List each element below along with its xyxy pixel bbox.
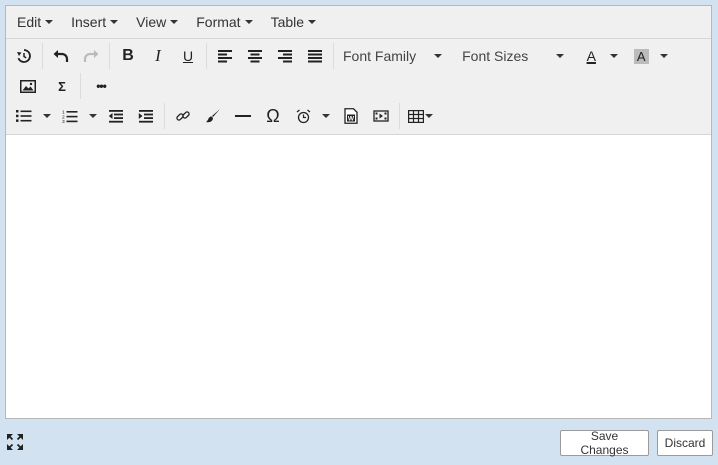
format-painter-button[interactable] (200, 103, 226, 129)
toolbar-row-1: B I U Font Family Font Sizes A A (6, 41, 711, 71)
text-color-button[interactable]: A (578, 43, 604, 69)
history-icon (17, 49, 31, 63)
toolbar-separator (80, 73, 81, 99)
chevron-down-icon (308, 20, 317, 24)
insert-link-button[interactable] (170, 103, 196, 129)
image-icon (20, 79, 36, 93)
special-character-button[interactable]: Ω (260, 103, 286, 129)
font-sizes-select[interactable]: Font Sizes (456, 43, 574, 69)
align-right-button[interactable] (272, 43, 298, 69)
fullscreen-button[interactable] (6, 433, 24, 456)
film-icon (373, 110, 389, 122)
horizontal-line-button[interactable] (230, 103, 256, 129)
restore-draft-button[interactable] (11, 43, 37, 69)
indent-icon (138, 110, 153, 123)
insert-time-button[interactable] (290, 103, 316, 129)
menu-view[interactable]: View (129, 9, 185, 35)
toolbar: B I U Font Family Font Sizes A A Σ ••• 1… (6, 39, 711, 135)
outdent-button[interactable] (103, 103, 129, 129)
save-changes-button[interactable]: Save Changes (560, 429, 649, 457)
toolbar-separator (42, 43, 43, 69)
redo-icon (83, 50, 99, 62)
menu-edit-label: Edit (17, 14, 42, 30)
text-color-dropdown-icon[interactable] (610, 54, 619, 58)
chevron-down-icon (424, 114, 433, 118)
paste-from-word-button[interactable]: W (338, 103, 364, 129)
toolbar-separator (109, 43, 110, 69)
toolbar-separator (333, 43, 334, 69)
italic-button[interactable]: I (145, 43, 171, 69)
editor-content-area[interactable] (6, 135, 711, 418)
chevron-down-icon (45, 20, 54, 24)
svg-text:3: 3 (62, 119, 65, 124)
table-icon (407, 109, 424, 123)
chevron-down-icon (170, 20, 179, 24)
align-justify-button[interactable] (302, 43, 328, 69)
svg-text:W: W (348, 116, 355, 123)
menu-insert-label: Insert (71, 14, 107, 30)
chevron-down-icon (110, 20, 119, 24)
fullscreen-icon (7, 434, 23, 450)
menu-format-label: Format (196, 14, 241, 30)
font-family-label: Font Family (343, 48, 417, 64)
rich-text-editor: Edit Insert View Format Table B I U Font… (5, 5, 712, 419)
align-center-button[interactable] (242, 43, 268, 69)
background-color-dropdown-icon[interactable] (660, 54, 669, 58)
align-justify-icon (308, 50, 322, 63)
insert-table-button[interactable] (407, 103, 433, 129)
menu-insert[interactable]: Insert (64, 9, 125, 35)
more-tools-button[interactable]: ••• (88, 73, 114, 99)
align-right-icon (278, 50, 292, 63)
insert-time-dropdown-icon[interactable] (322, 114, 330, 118)
discard-button[interactable]: Discard (657, 430, 713, 456)
word-document-icon: W (344, 108, 358, 124)
numbered-list-button[interactable]: 123 (57, 103, 83, 129)
undo-icon (53, 50, 69, 62)
menu-table[interactable]: Table (264, 9, 323, 35)
toolbar-row-3: 123 Ω W (6, 101, 711, 131)
redo-button[interactable] (78, 43, 104, 69)
link-icon (176, 111, 190, 121)
toolbar-separator (206, 43, 207, 69)
font-family-select[interactable]: Font Family (337, 43, 452, 69)
chevron-down-icon (556, 54, 565, 58)
text-color-icon: A (586, 48, 596, 64)
menu-format[interactable]: Format (189, 9, 259, 35)
bullet-list-icon (16, 110, 32, 122)
underline-button[interactable]: U (175, 43, 201, 69)
brush-icon (206, 109, 220, 123)
outdent-icon (108, 110, 123, 123)
numbered-list-dropdown-icon[interactable] (89, 114, 97, 118)
editor-footer: Save Changes Discard (0, 420, 718, 465)
bold-button[interactable]: B (115, 43, 141, 69)
toolbar-separator (399, 103, 400, 129)
align-center-icon (248, 50, 262, 63)
menu-table-label: Table (270, 14, 305, 30)
insert-image-button[interactable] (15, 73, 41, 99)
horizontal-line-icon (235, 115, 251, 117)
insert-formula-button[interactable]: Σ (49, 73, 75, 99)
chevron-down-icon (434, 54, 443, 58)
background-color-button[interactable]: A (628, 43, 654, 69)
background-color-icon: A (633, 48, 649, 64)
align-left-button[interactable] (212, 43, 238, 69)
menu-view-label: View (136, 14, 167, 30)
clock-icon (296, 108, 310, 123)
toolbar-row-2: Σ ••• (6, 71, 711, 101)
menubar: Edit Insert View Format Table (6, 6, 711, 39)
chevron-down-icon (244, 20, 253, 24)
indent-button[interactable] (133, 103, 159, 129)
numbered-list-icon: 123 (62, 109, 78, 124)
font-sizes-label: Font Sizes (462, 48, 529, 64)
insert-media-button[interactable] (368, 103, 394, 129)
bullet-list-button[interactable] (11, 103, 37, 129)
bullet-list-dropdown-icon[interactable] (43, 114, 51, 118)
undo-button[interactable] (48, 43, 74, 69)
menu-edit[interactable]: Edit (10, 9, 60, 35)
align-left-icon (218, 50, 232, 63)
toolbar-separator (164, 103, 165, 129)
